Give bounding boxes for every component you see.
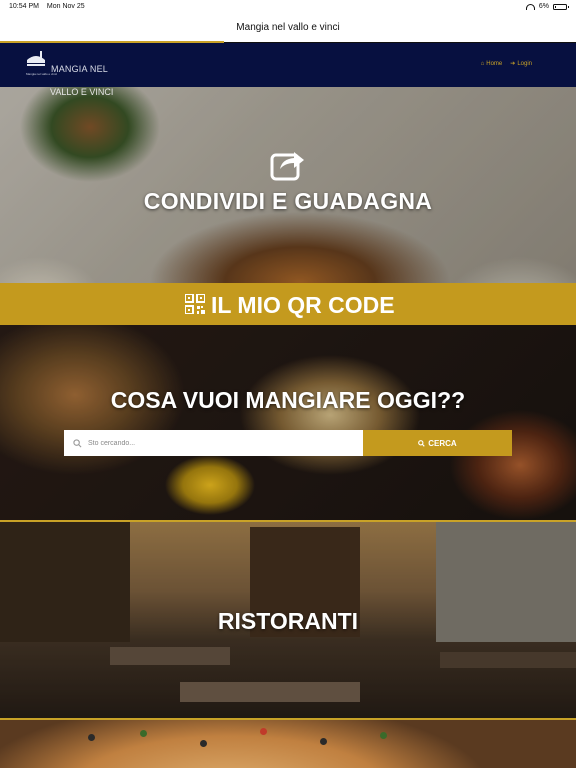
restaurants-section[interactable]: RISTORANTI — [0, 520, 576, 718]
search-input[interactable] — [86, 439, 363, 447]
pizza-section[interactable] — [0, 718, 576, 768]
search-section: COSA VUOI MANGIARE OGGI?? CERCA — [0, 325, 576, 520]
share-earn-section[interactable]: VALLO E VINCI CONDIVIDI E GUADAGNA — [0, 87, 576, 283]
restaurants-title: RISTORANTI — [217, 608, 359, 634]
status-time: 10:54 PM — [9, 3, 39, 10]
search-field-icon — [68, 430, 86, 456]
nav-home-link[interactable]: ⌂ Home — [481, 60, 503, 67]
battery-percent: 6% — [538, 3, 549, 10]
navbar: MANGIA NEL Mangia nel vallo e vinci ⌂ Ho… — [0, 43, 576, 87]
home-icon: ⌂ — [480, 60, 485, 67]
share-icon — [270, 152, 304, 181]
browser-title: Mangia nel vallo e vinci — [0, 14, 576, 42]
nav-home-label: Home — [486, 60, 503, 67]
search-icon — [418, 439, 425, 447]
search-button-label: CERCA — [428, 438, 457, 448]
nav-links: ⌂ Home ➔ Login — [481, 60, 532, 68]
logo-text[interactable]: MANGIA NEL — [51, 64, 108, 74]
search-box[interactable] — [64, 430, 363, 456]
status-date: Mon Nov 25 — [46, 3, 85, 10]
search-section-title: COSA VUOI MANGIARE OGGI?? — [110, 387, 466, 413]
nav-login-link[interactable]: ➔ Login — [510, 60, 532, 68]
status-bar: 10:54 PM Mon Nov 25 6% — [0, 0, 576, 14]
logo-small-text: Mangia nel vallo e vinci — [26, 72, 58, 76]
nav-login-label: Login — [517, 60, 532, 67]
login-icon: ➔ — [510, 61, 516, 67]
qr-code-icon — [185, 294, 205, 314]
share-earn-title: CONDIVIDI E GUADAGNA — [143, 188, 433, 214]
logo-text-line2: VALLO E VINCI — [50, 87, 114, 97]
logo-icon[interactable] — [26, 51, 48, 71]
qr-code-label: IL MIO QR CODE — [211, 292, 395, 318]
qr-code-button[interactable]: IL MIO QR CODE — [0, 283, 576, 325]
search-button[interactable]: CERCA — [363, 430, 512, 456]
battery-icon — [553, 3, 569, 10]
wifi-icon — [525, 3, 535, 10]
